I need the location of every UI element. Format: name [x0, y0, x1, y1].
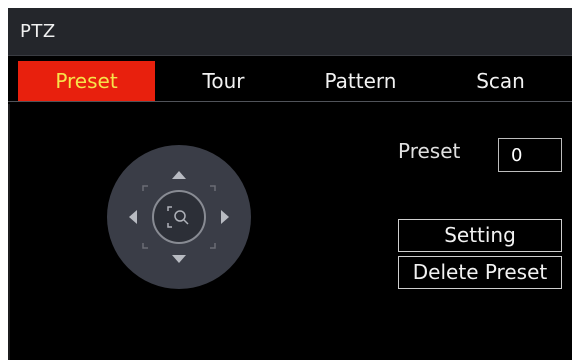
- left-divider: [8, 104, 10, 360]
- ptz-direction-pad[interactable]: [106, 144, 252, 290]
- dpad-graphic: [107, 145, 251, 289]
- preset-label: Preset: [398, 139, 461, 163]
- tab-pattern[interactable]: Pattern: [292, 61, 429, 101]
- tab-tour[interactable]: Tour: [155, 61, 292, 101]
- tab-divider: [8, 101, 572, 102]
- tab-bar: Preset Tour Pattern Scan: [8, 59, 572, 104]
- title-bar: PTZ: [8, 8, 572, 56]
- window-title: PTZ: [20, 21, 56, 42]
- ptz-window: PTZ Preset Tour Pattern Scan Preset 0 Se…: [8, 8, 572, 360]
- tab-scan[interactable]: Scan: [429, 61, 572, 101]
- tab-preset[interactable]: Preset: [18, 61, 155, 101]
- delete-preset-button[interactable]: Delete Preset: [398, 256, 562, 289]
- dpad-center-ring[interactable]: [152, 190, 206, 244]
- preset-number-input[interactable]: [498, 138, 562, 172]
- setting-button[interactable]: Setting: [398, 219, 562, 252]
